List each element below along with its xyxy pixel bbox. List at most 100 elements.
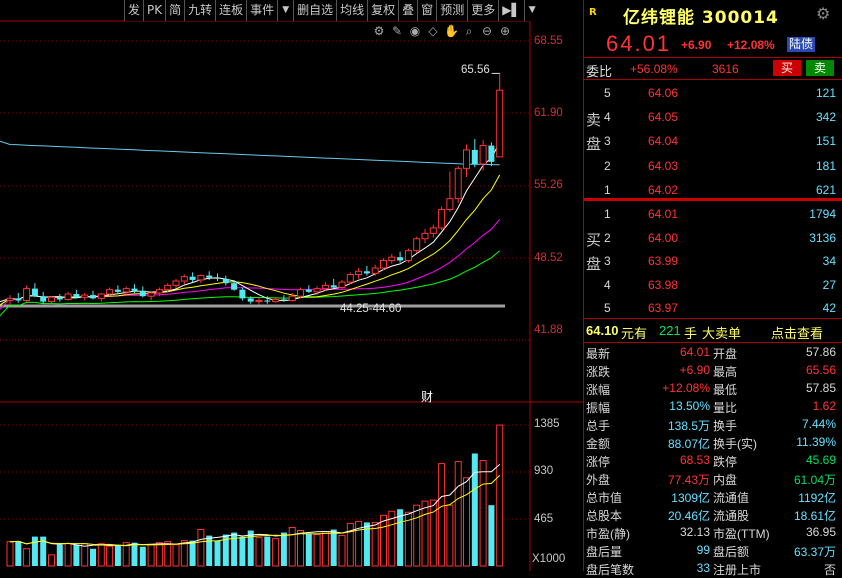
volume-bar [297,530,304,567]
volume-bar [164,541,172,567]
bid-level: 2 [604,230,611,245]
price-axis-tick: 61.90 [534,107,563,119]
stock-name: 亿纬锂能 300014 [623,8,779,28]
toolbar-item[interactable]: ▼ [523,0,540,21]
divider [584,57,842,58]
volume-bar [231,532,238,566]
toolbar-item[interactable]: 叠 [398,0,417,21]
search-icon[interactable]: ⌕ [462,24,476,38]
stat-label: 注册上市 [713,563,762,577]
big-order-link[interactable]: 点击查看 [771,323,823,342]
toolbar-item[interactable]: 简 [165,0,184,21]
volume-bar [214,540,221,566]
volume-bar [247,530,254,566]
stat-value: +6.90 [679,363,710,377]
candle-body [371,267,379,274]
candle-body [189,276,196,280]
volume-bar [206,535,213,566]
toolbar-item[interactable]: 发 [124,0,143,21]
bid-price: 63.98 [648,277,679,292]
toolbar-item[interactable]: 均线 [336,0,367,21]
buy-side-label: 买盘 [586,231,602,273]
zoom-out-icon[interactable]: ⊖ [480,24,494,38]
zoom-in-icon[interactable]: ⊕ [498,24,512,38]
kline-chart[interactable] [0,0,583,571]
toolbar-item[interactable]: 预测 [436,0,467,21]
eraser-icon[interactable]: ◇ [426,24,440,38]
sell-side-label: 卖盘 [586,111,602,153]
stat-label: 盘后笔数 [586,563,635,577]
candle-body [81,294,89,298]
stat-value: 88.07亿 [667,437,710,451]
toolbar-item[interactable]: PK [143,0,165,21]
volume-bar [454,461,462,567]
ask-level: 5 [604,86,611,100]
candle-body [413,238,421,252]
big-order-qty: 221 [659,323,681,338]
settings-icon[interactable]: ⚙ [372,24,386,38]
candle-body [313,288,321,293]
stat-value: 63.37万 [793,545,836,559]
toolbar-item[interactable]: 连板 [215,0,246,21]
stat-label: 最新 [586,347,611,361]
stat-label: 流通值 [713,491,750,505]
gear-icon[interactable]: ⚙ [816,4,830,23]
toolbar-item[interactable]: ▼ [277,0,293,21]
stat-value: 99 [696,543,710,557]
stat-value: 32.13 [679,525,710,539]
volume-bar [380,514,387,567]
candle-body [272,298,280,303]
candle-body [131,288,138,291]
buy-button[interactable]: 买 [773,60,801,76]
ask-level: 2 [604,158,611,173]
toolbar-item[interactable]: 删自选 [293,0,336,21]
stat-value: 45.69 [805,453,836,467]
ask-volume: 121 [815,86,836,100]
volume-unit: X1000 [532,553,566,565]
volume-bar [496,424,504,567]
candle-body [172,280,180,286]
stat-label: 外盘 [586,473,611,487]
candle-body [90,295,96,299]
candle-body [380,259,387,269]
ask-level: 3 [604,134,611,149]
candle-body [56,297,63,300]
volume-bar [255,537,263,567]
finance-marker[interactable]: 财 [421,388,433,405]
toolbar-item[interactable]: 更多 [467,0,498,21]
sell-button[interactable]: 卖 [806,60,834,76]
stat-label: 金额 [586,437,611,451]
stat-value: 20.46亿 [667,509,710,523]
stat-label: 盘后量 [586,545,623,559]
volume-bar [429,499,437,567]
toolbar-item[interactable]: 九转 [184,0,215,21]
bid-level: 3 [604,254,611,269]
price-axis-tick: 68.55 [534,35,563,47]
stat-value: 57.86 [805,345,836,359]
candle-body [421,232,429,240]
volume-bar [264,536,271,566]
kline-chart-area[interactable]: 发 PK 简九转 连板 事件 ▼ 删自选 均线 复权叠窗预测 更多 ▶▌ ▼ ⚙ ✎ ◉ ◇ ✋ ⌕ … [0,0,583,571]
stat-label: 涨跌 [586,365,611,379]
volume-bar [106,545,114,567]
volume-bar [197,529,205,567]
candle-body [6,297,14,302]
toolbar-item[interactable]: 事件 [246,0,277,21]
r-badge: R [589,7,597,18]
stat-value: 68.53 [679,453,710,467]
toolbar-item[interactable]: 窗 [417,0,436,21]
toolbar-item[interactable]: 复权 [367,0,398,21]
volume-bar [189,540,196,566]
toolbar-item[interactable]: ▶▌ [498,0,523,21]
low-range-label: 44.25-44.60 [340,303,402,315]
candle-body [48,296,55,303]
hand-icon[interactable]: ✋ [444,24,459,38]
candle-body [222,278,229,284]
volume-bar [155,542,163,567]
volume-bar [330,529,337,566]
pen-icon[interactable]: ✎ [390,24,404,38]
volume-bar [97,543,105,567]
lugu-tag[interactable]: 陆债 [787,37,816,52]
volume-bar [413,504,421,567]
eye-icon[interactable]: ◉ [408,24,422,38]
